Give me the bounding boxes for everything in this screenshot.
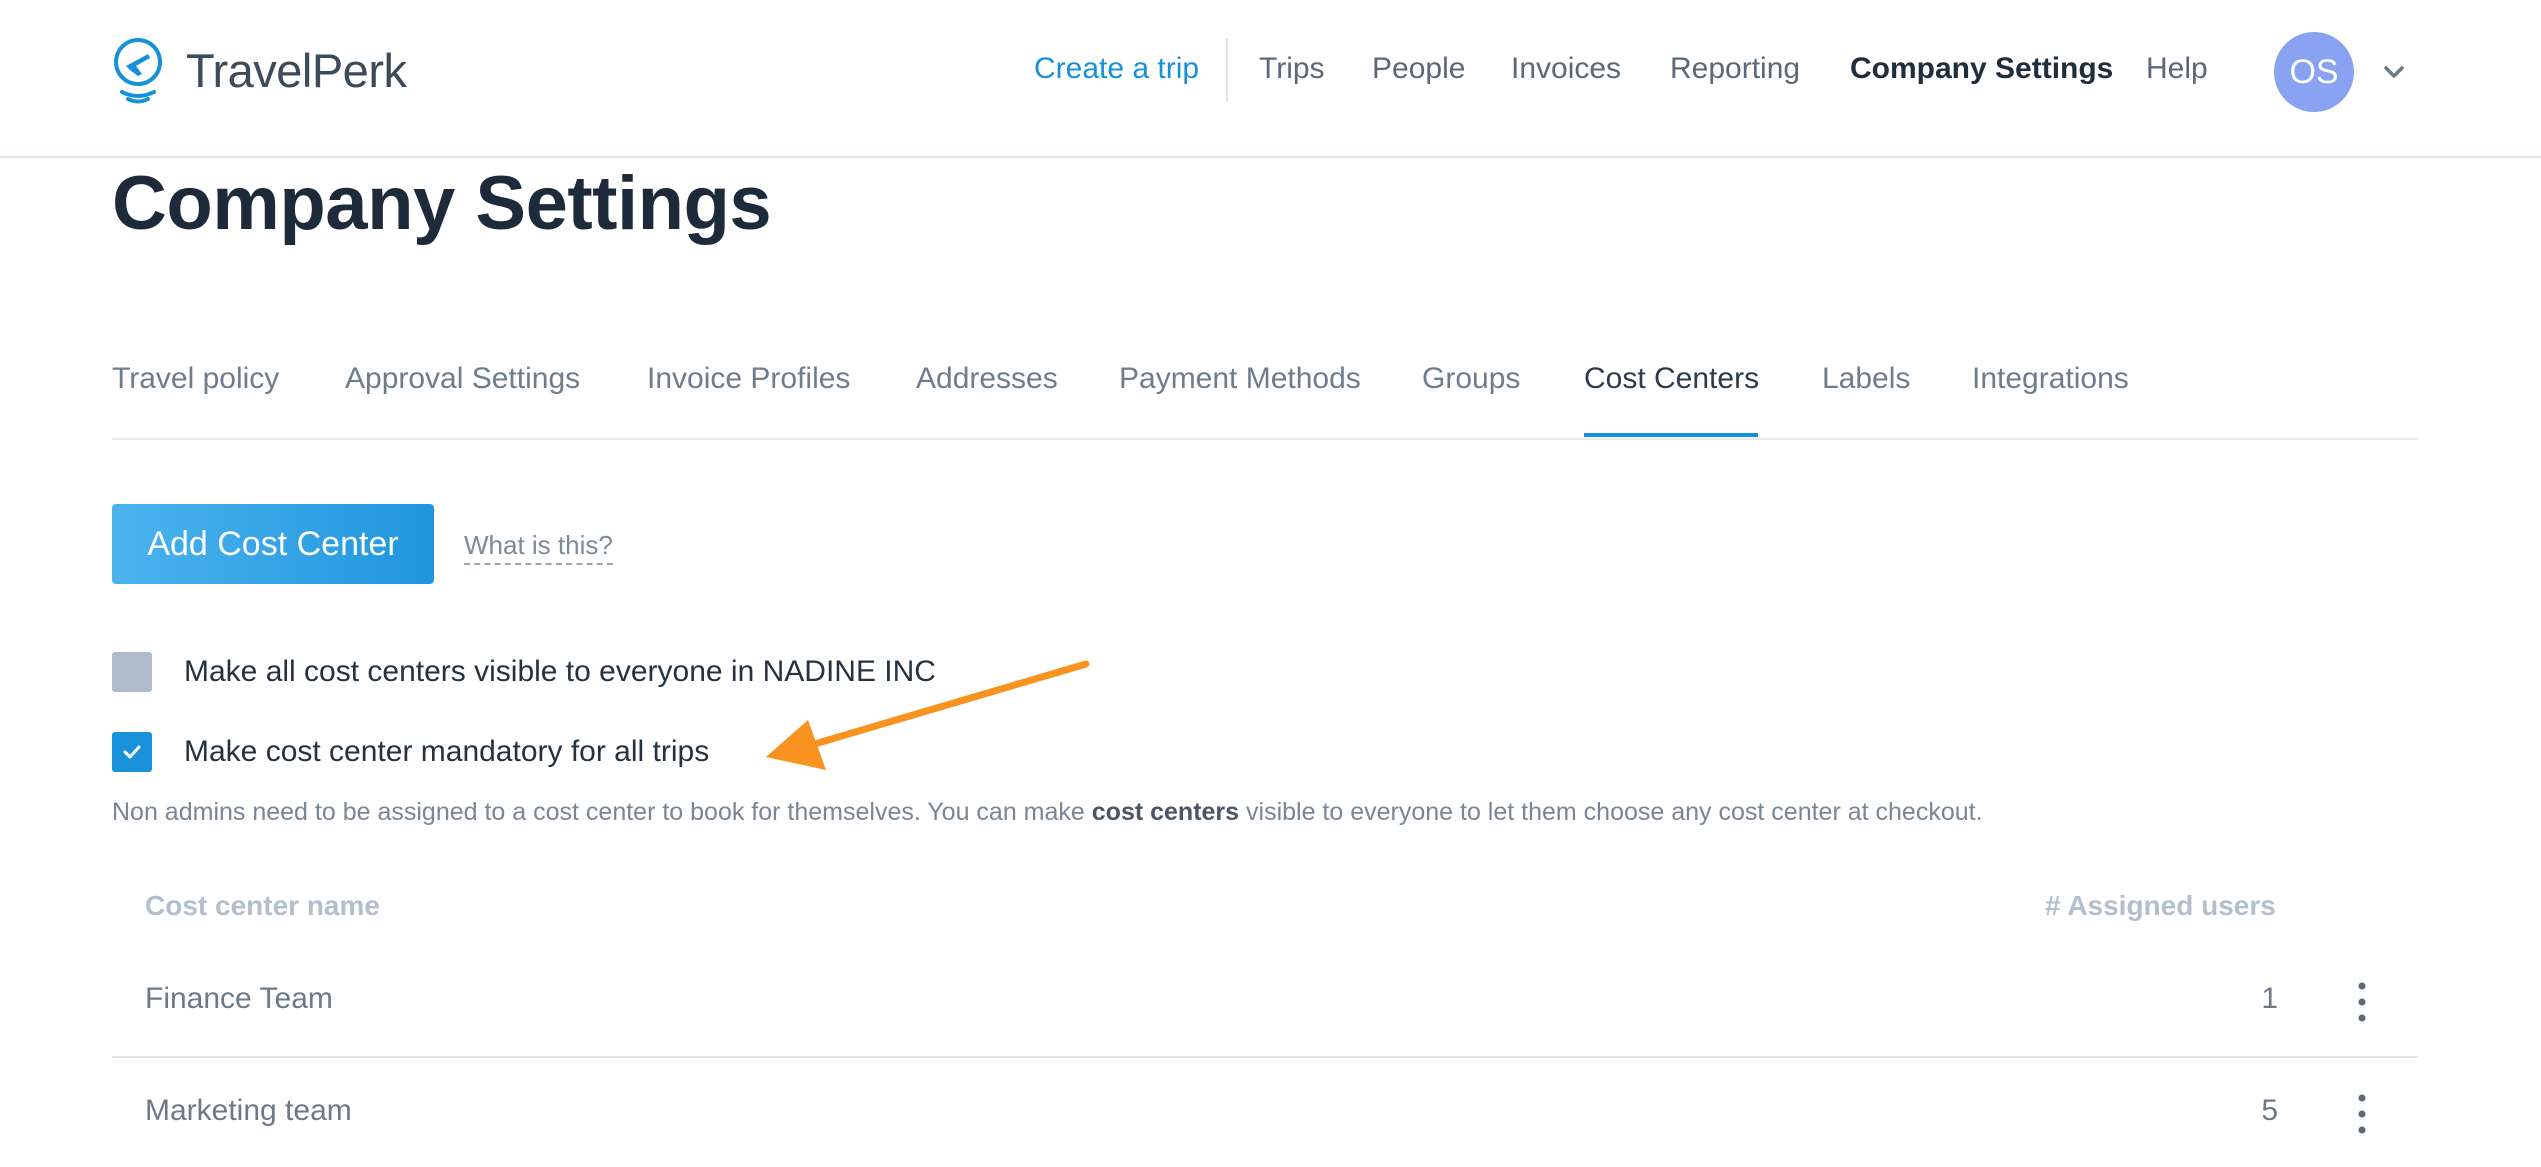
- nav-people[interactable]: People: [1372, 52, 1465, 86]
- nav-create-trip[interactable]: Create a trip: [1034, 52, 1199, 86]
- brand-name: TravelPerk: [186, 43, 407, 97]
- column-header-assigned-users[interactable]: # Assigned users: [2045, 890, 2276, 922]
- visible-to-everyone-label: Make all cost centers visible to everyon…: [184, 655, 936, 688]
- nav-company-settings[interactable]: Company Settings: [1850, 52, 2113, 86]
- checkmark-icon: [123, 745, 141, 759]
- nav-trips[interactable]: Trips: [1259, 52, 1325, 86]
- nav-help[interactable]: Help: [2146, 52, 2208, 86]
- cost-center-name: Finance Team: [145, 982, 333, 1015]
- add-cost-center-button[interactable]: Add Cost Center: [112, 504, 434, 584]
- mandatory-option[interactable]: Make cost center mandatory for all trips: [112, 732, 709, 772]
- active-tab-indicator: [1584, 433, 1758, 437]
- tab-integrations[interactable]: Integrations: [1972, 362, 2129, 396]
- assigned-users-count: 1: [2261, 982, 2278, 1015]
- table-row[interactable]: Finance Team 1: [112, 946, 2418, 1058]
- tab-addresses[interactable]: Addresses: [916, 362, 1058, 396]
- nav-invoices[interactable]: Invoices: [1511, 52, 1621, 86]
- app-root: TravelPerk Create a trip Trips People In…: [0, 0, 2541, 1167]
- table-row[interactable]: Marketing team 5: [112, 1058, 2418, 1167]
- tab-travel-policy[interactable]: Travel policy: [112, 362, 279, 396]
- tab-payment-methods[interactable]: Payment Methods: [1119, 362, 1361, 396]
- top-header: TravelPerk Create a trip Trips People In…: [0, 0, 2541, 158]
- tab-labels[interactable]: Labels: [1822, 362, 1910, 396]
- assigned-users-count: 5: [2261, 1094, 2278, 1127]
- mandatory-checkbox[interactable]: [112, 732, 152, 772]
- travelperk-logo-icon: [114, 38, 162, 104]
- tab-approval-settings[interactable]: Approval Settings: [345, 362, 580, 396]
- tab-cost-centers[interactable]: Cost Centers: [1584, 362, 1759, 396]
- what-is-this-link[interactable]: What is this?: [464, 530, 613, 565]
- more-options-icon[interactable]: [2352, 1092, 2372, 1136]
- tab-groups[interactable]: Groups: [1422, 362, 1520, 396]
- brand-logo[interactable]: TravelPerk: [112, 36, 407, 104]
- more-options-icon[interactable]: [2352, 980, 2372, 1024]
- settings-tabs: Travel policy Approval Settings Invoice …: [112, 340, 2418, 440]
- page-title: Company Settings: [112, 161, 772, 246]
- visible-to-everyone-option[interactable]: Make all cost centers visible to everyon…: [112, 652, 936, 692]
- nav-reporting[interactable]: Reporting: [1670, 52, 1800, 86]
- cost-center-help-note: Non admins need to be assigned to a cost…: [112, 798, 1983, 826]
- user-avatar[interactable]: OS: [2274, 32, 2354, 112]
- column-header-name[interactable]: Cost center name: [145, 890, 380, 922]
- note-emphasis: cost centers: [1091, 798, 1240, 826]
- mandatory-label: Make cost center mandatory for all trips: [184, 735, 710, 768]
- cost-center-name: Marketing team: [145, 1094, 352, 1127]
- tab-invoice-profiles[interactable]: Invoice Profiles: [647, 362, 850, 396]
- chevron-down-icon[interactable]: [2380, 58, 2408, 86]
- nav-separator: [1226, 38, 1228, 102]
- visible-to-everyone-checkbox[interactable]: [112, 652, 152, 692]
